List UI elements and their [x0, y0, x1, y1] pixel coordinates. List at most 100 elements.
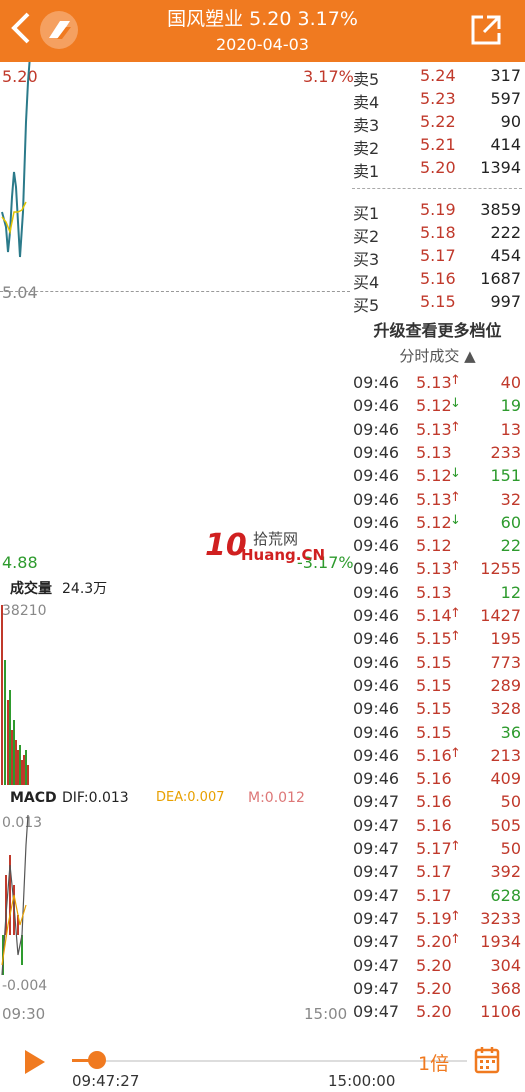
upgrade-levels-link[interactable]: 升级查看更多档位	[350, 317, 525, 341]
volume-bar	[13, 720, 15, 785]
ask-vol: 597	[490, 89, 521, 108]
ask-price: 5.22	[420, 112, 456, 131]
ticks-header[interactable]: 分时成交 ▲	[350, 345, 525, 366]
bid-row: 买3 5.17 454	[350, 246, 525, 269]
volume-bar	[21, 760, 23, 785]
tick-row: 09:46 5.13 ↑ 13	[350, 420, 525, 443]
tick-time: 09:46	[353, 373, 400, 392]
volume-label: 成交量	[10, 581, 52, 597]
tick-row: 09:47 5.16 505	[350, 816, 525, 839]
bid-label: 买3	[353, 250, 380, 269]
tick-vol: 3233	[480, 908, 521, 928]
tick-time: 09:46	[353, 629, 400, 649]
tick-price: 5.12	[416, 396, 452, 416]
tick-time: 09:46	[353, 769, 400, 789]
bid-vol: 3859	[480, 200, 521, 219]
playback-speed[interactable]: 1倍	[418, 1049, 449, 1076]
tick-price: 5.16	[416, 745, 452, 765]
tick-row: 09:46 5.12 ↓ 60	[350, 513, 525, 536]
ask-label: 卖1	[353, 162, 380, 181]
tick-row: 09:46 5.15 289	[350, 676, 525, 699]
tick-price: 5.15	[416, 699, 452, 719]
bid-row: 买1 5.19 3859	[350, 200, 525, 223]
tick-arrow: ↑	[450, 908, 461, 924]
tick-time: 09:46	[353, 606, 400, 625]
tick-arrow: ↑	[450, 629, 461, 645]
bid-label: 买1	[353, 204, 380, 223]
tick-time: 09:47	[353, 978, 400, 998]
tick-time: 09:47	[353, 815, 400, 835]
tick-arrow: ↑	[450, 489, 461, 505]
tick-arrow: ↑	[450, 932, 461, 948]
tick-time: 09:47	[353, 932, 400, 952]
tick-vol: 40	[500, 373, 521, 392]
tick-row: 09:46 5.15 328	[350, 699, 525, 722]
tick-price: 5.17	[416, 885, 452, 905]
calendar-icon[interactable]	[474, 1046, 500, 1074]
tick-price: 5.13	[416, 419, 452, 439]
watermark-domain: Huang.CN	[241, 546, 326, 564]
bid-price: 5.16	[420, 269, 456, 288]
tick-row: 09:46 5.13 ↑ 32	[350, 490, 525, 513]
playback-knob[interactable]	[88, 1051, 106, 1069]
ask-label: 卖4	[353, 93, 380, 112]
tick-vol: 409	[490, 769, 521, 789]
ask-label: 卖5	[353, 70, 380, 89]
tick-vol: 233	[490, 442, 521, 462]
tick-time: 09:47	[353, 1002, 400, 1022]
tick-vol: 32	[500, 489, 521, 509]
ask-row: 卖1 5.20 1394	[350, 158, 525, 181]
tick-row: 09:47 5.17 ↑ 50	[350, 839, 525, 862]
ask-price: 5.24	[420, 66, 456, 85]
time-axis-end: 15:00	[304, 1005, 348, 1023]
ask-price: 5.20	[420, 158, 456, 177]
volume-bar	[27, 765, 29, 785]
tick-vol: 60	[500, 512, 521, 532]
tick-row: 09:46 5.13 ↑ 1255	[350, 559, 525, 582]
bid-row: 买2 5.18 222	[350, 223, 525, 246]
share-icon[interactable]	[469, 13, 503, 47]
volume-bar	[1, 605, 3, 785]
tick-time: 09:46	[353, 675, 400, 695]
tick-row: 09:46 5.15 ↑ 195	[350, 629, 525, 652]
bid-price: 5.17	[420, 246, 456, 265]
ask-vol: 90	[500, 112, 521, 131]
tick-vol: 13	[500, 419, 521, 439]
tick-price: 5.13	[416, 489, 452, 509]
tick-arrow: ↑	[450, 606, 461, 621]
volume-bar	[25, 750, 27, 785]
ask-price: 5.21	[420, 135, 456, 154]
play-icon[interactable]	[25, 1050, 45, 1074]
tick-row: 09:47 5.17 628	[350, 886, 525, 909]
tick-vol: 368	[490, 978, 521, 998]
tick-time: 09:47	[353, 792, 400, 812]
volume-bar	[9, 690, 11, 785]
tick-vol: 773	[490, 652, 521, 672]
price-mid-label: 5.04	[2, 283, 38, 302]
macd-label: MACD	[10, 790, 57, 806]
tick-vol: 36	[500, 722, 521, 742]
tick-time: 09:46	[353, 466, 400, 486]
macd-dea: DEA:0.007	[156, 790, 225, 805]
tick-price: 5.20	[416, 955, 452, 975]
volume-value: 24.3万	[62, 581, 108, 597]
bid-vol: 1687	[480, 269, 521, 288]
tick-arrow: ↑	[450, 839, 461, 854]
playback-track[interactable]	[72, 1060, 467, 1062]
tick-arrow: ↑	[450, 559, 461, 575]
tick-row: 09:46 5.12 ↓ 151	[350, 466, 525, 489]
tick-vol: 151	[490, 466, 521, 486]
volume-bar	[7, 700, 9, 785]
tick-row: 09:47 5.20 304	[350, 956, 525, 979]
macd-chart	[1, 815, 29, 976]
tick-row: 09:47 5.20 ↑ 1934	[350, 932, 525, 955]
tick-vol: 1255	[480, 559, 521, 579]
tick-price: 5.16	[416, 769, 452, 789]
playback-current-time: 09:47:27	[72, 1072, 140, 1090]
tick-vol: 12	[500, 582, 521, 602]
bid-row: 买5 5.15 997	[350, 292, 525, 315]
tick-vol: 19	[500, 396, 521, 416]
tick-row: 09:47 5.20 1106	[350, 1002, 525, 1025]
tick-arrow: ↑	[450, 419, 461, 435]
tick-price: 5.15	[416, 675, 452, 695]
